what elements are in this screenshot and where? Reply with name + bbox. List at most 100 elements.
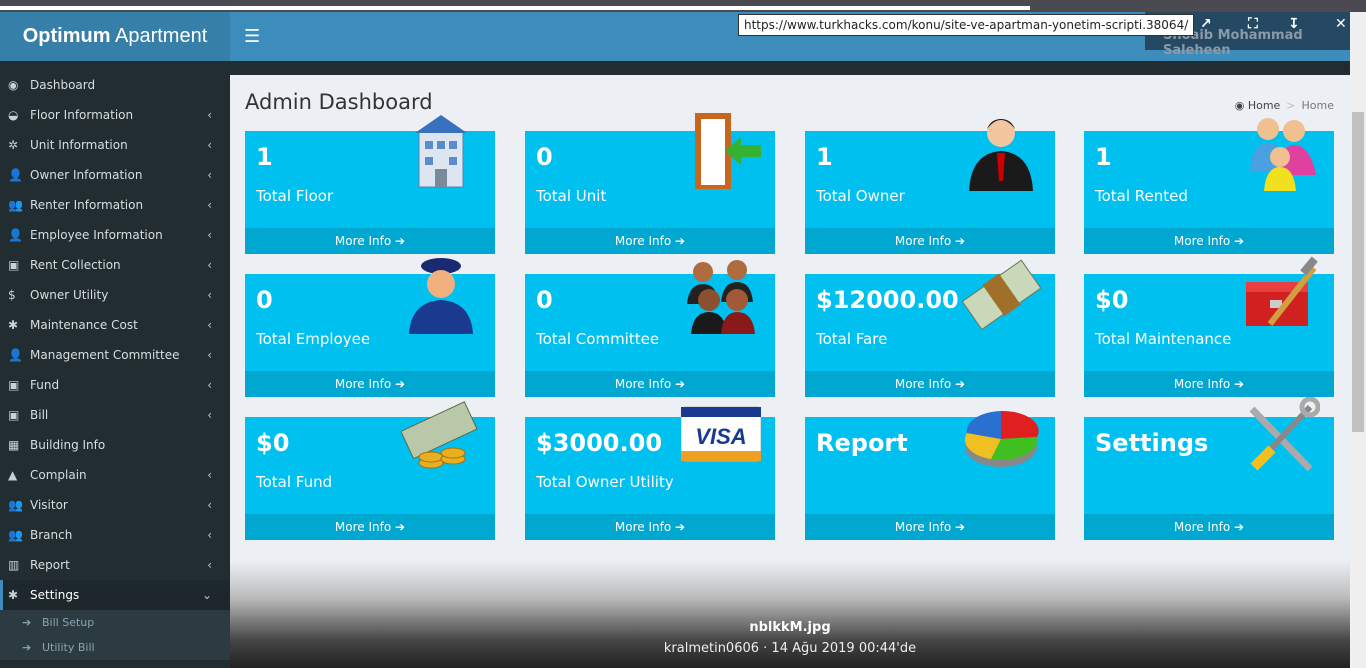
browser-strip [0,0,1366,12]
more-info-link[interactable]: More Info ➔ [805,514,1055,540]
dashboard-icon: ◉ [8,78,19,92]
sidebar-item-renter-information[interactable]: 👥 Renter Information ‹ [0,190,230,220]
users-icon: 👥 [8,528,23,542]
stat-label: Total Employee [256,330,371,348]
arrow-circle-right-icon: ➔ [1234,520,1245,534]
arrow-circle-right-icon: ➔ [955,234,966,248]
sidebar-item-employee-information[interactable]: 👤 Employee Information ‹ [0,220,230,250]
arrow-circle-icon: ➔ [22,641,32,654]
sidebar-item-fund[interactable]: ▣ Fund ‹ [0,370,230,400]
stat-value: 0 [256,286,273,314]
sidebar-item-report[interactable]: ▥ Report ‹ [0,550,230,580]
sidebar-item-owner-information[interactable]: 👤 Owner Information ‹ [0,160,230,190]
stat-card-total-floor: 1 Total Floor More Info ➔ [245,115,495,254]
svg-text:VISA: VISA [695,424,746,449]
more-info-link[interactable]: More Info ➔ [245,228,495,254]
sidebar-subitem[interactable]: ➔ Bill Setup [0,610,230,635]
more-info-link[interactable]: More Info ➔ [805,228,1055,254]
gear-icon: ✱ [8,588,19,602]
scrollbar[interactable] [1350,12,1366,668]
sidebar-item-floor-information[interactable]: ◒ Floor Information ‹ [0,100,230,130]
stat-label: Total Floor [256,187,334,205]
stat-card-total-maintenance: $0 Total Maintenance More Info ➔ [1084,256,1334,397]
sidebar-item-dashboard[interactable]: ◉ Dashboard [0,70,230,100]
stat-value: 0 [536,143,553,171]
stat-label: Total Maintenance [1095,330,1232,348]
chevron-left-icon: ‹ [207,408,212,422]
more-info-link[interactable]: More Info ➔ [245,371,495,397]
chevron-left-icon: ‹ [207,288,212,302]
warning-icon: ▲ [8,468,18,482]
toolbox-icon [1246,256,1318,326]
sidebar-item-branch[interactable]: 👥 Branch ‹ [0,520,230,550]
stat-card-total-committee: 0 Total Committee More Info ➔ [525,260,775,397]
file-meta: kralmetin0606 · 14 Ağu 2019 00:44'de [663,641,917,656]
more-info-link[interactable]: More Info ➔ [1084,514,1334,540]
sidebar-item-visitor[interactable]: 👥 Visitor ‹ [0,490,230,520]
stat-card-settings: Settings More Info ➔ [1084,397,1334,540]
chevron-left-icon: ‹ [207,228,212,242]
sidebar-item-building-info[interactable]: ▦ Building Info [0,430,230,460]
stat-value: $0 [256,429,290,457]
stat-value: $3000.00 [536,429,663,457]
sidebar-item-maintenance-cost[interactable]: ✱ Maintenance Cost ‹ [0,310,230,340]
sidebar-item-settings[interactable]: ✱ Settings ⌄ [0,580,230,610]
file-name: nblkkM.jpg [749,620,831,635]
dollar-icon: $ [8,288,16,302]
sidebar-item-label: Report [30,558,70,572]
more-info-link[interactable]: More Info ➔ [525,228,775,254]
sidebar-item-label: Bill [30,408,49,422]
floor-icon: ◒ [8,108,19,122]
stat-value: Report [816,429,908,457]
pie-chart-icon [964,410,1039,467]
sidebar-item-rent-collection[interactable]: ▣ Rent Collection ‹ [0,250,230,280]
more-info-link[interactable]: More Info ➔ [1084,371,1334,397]
sidebar-item-unit-information[interactable]: ✲ Unit Information ‹ [0,130,230,160]
sidebar-subitem[interactable]: ➔ Utility Bill [0,635,230,660]
stat-value: Settings [1095,429,1209,457]
menu-toggle-icon[interactable]: ☰ [244,26,260,47]
sidebar-item-management-committee[interactable]: 👤 Management Committee ‹ [0,340,230,370]
cash-icon [961,259,1041,331]
users-icon: 👥 [8,498,23,512]
sidebar-item-bill[interactable]: ▣ Bill ‹ [0,400,230,430]
sidebar-item-label: Building Info [30,438,106,452]
more-info-link[interactable]: More Info ➔ [525,514,775,540]
sidebar-item-label: Unit Information [30,138,128,152]
coins-icon [401,401,478,469]
chevron-left-icon: ‹ [207,378,212,392]
users-icon: 👥 [8,198,23,212]
bar-chart-icon: ▥ [8,558,20,572]
chevron-left-icon: ‹ [207,168,212,182]
unit-icon: ✲ [8,138,19,152]
arrow-circle-right-icon: ➔ [675,377,686,391]
door-icon [695,113,761,189]
sidebar-item-label: Settings [30,588,80,602]
stat-label: Total Owner [816,187,905,205]
more-info-link[interactable]: More Info ➔ [525,371,775,397]
stat-card-total-owner: 1 Total Owner More Info ➔ [805,119,1055,254]
arrow-circle-right-icon: ➔ [955,377,966,391]
stat-label: Total Fare [816,330,888,348]
stat-label: Total Unit [536,187,607,205]
chevron-left-icon: ‹ [207,318,212,332]
sidebar-item-complain[interactable]: ▲ Complain ‹ [0,460,230,490]
more-info-link[interactable]: More Info ➔ [1084,228,1334,254]
stat-card-total-rented: 1 Total Rented More Info ➔ [1084,118,1334,254]
chevron-left-icon: ‹ [207,138,212,152]
more-info-link[interactable]: More Info ➔ [245,514,495,540]
money-icon: ▣ [8,258,20,272]
app-logo[interactable]: Optimum Apartment [0,12,230,61]
user-icon: 👤 [8,168,23,182]
user-icon: 👤 [8,348,23,362]
stat-value: $0 [1095,286,1129,314]
building-icon [415,115,467,188]
more-info-link[interactable]: More Info ➔ [805,371,1055,397]
arrow-circle-right-icon: ➔ [675,520,686,534]
stat-value: 1 [816,143,833,171]
sidebar-item-label: Floor Information [30,108,134,122]
arrow-circle-right-icon: ➔ [1234,234,1245,248]
chevron-left-icon: ‹ [207,528,212,542]
sidebar-item-owner-utility[interactable]: $ Owner Utility ‹ [0,280,230,310]
chevron-left-icon: ‹ [207,468,212,482]
